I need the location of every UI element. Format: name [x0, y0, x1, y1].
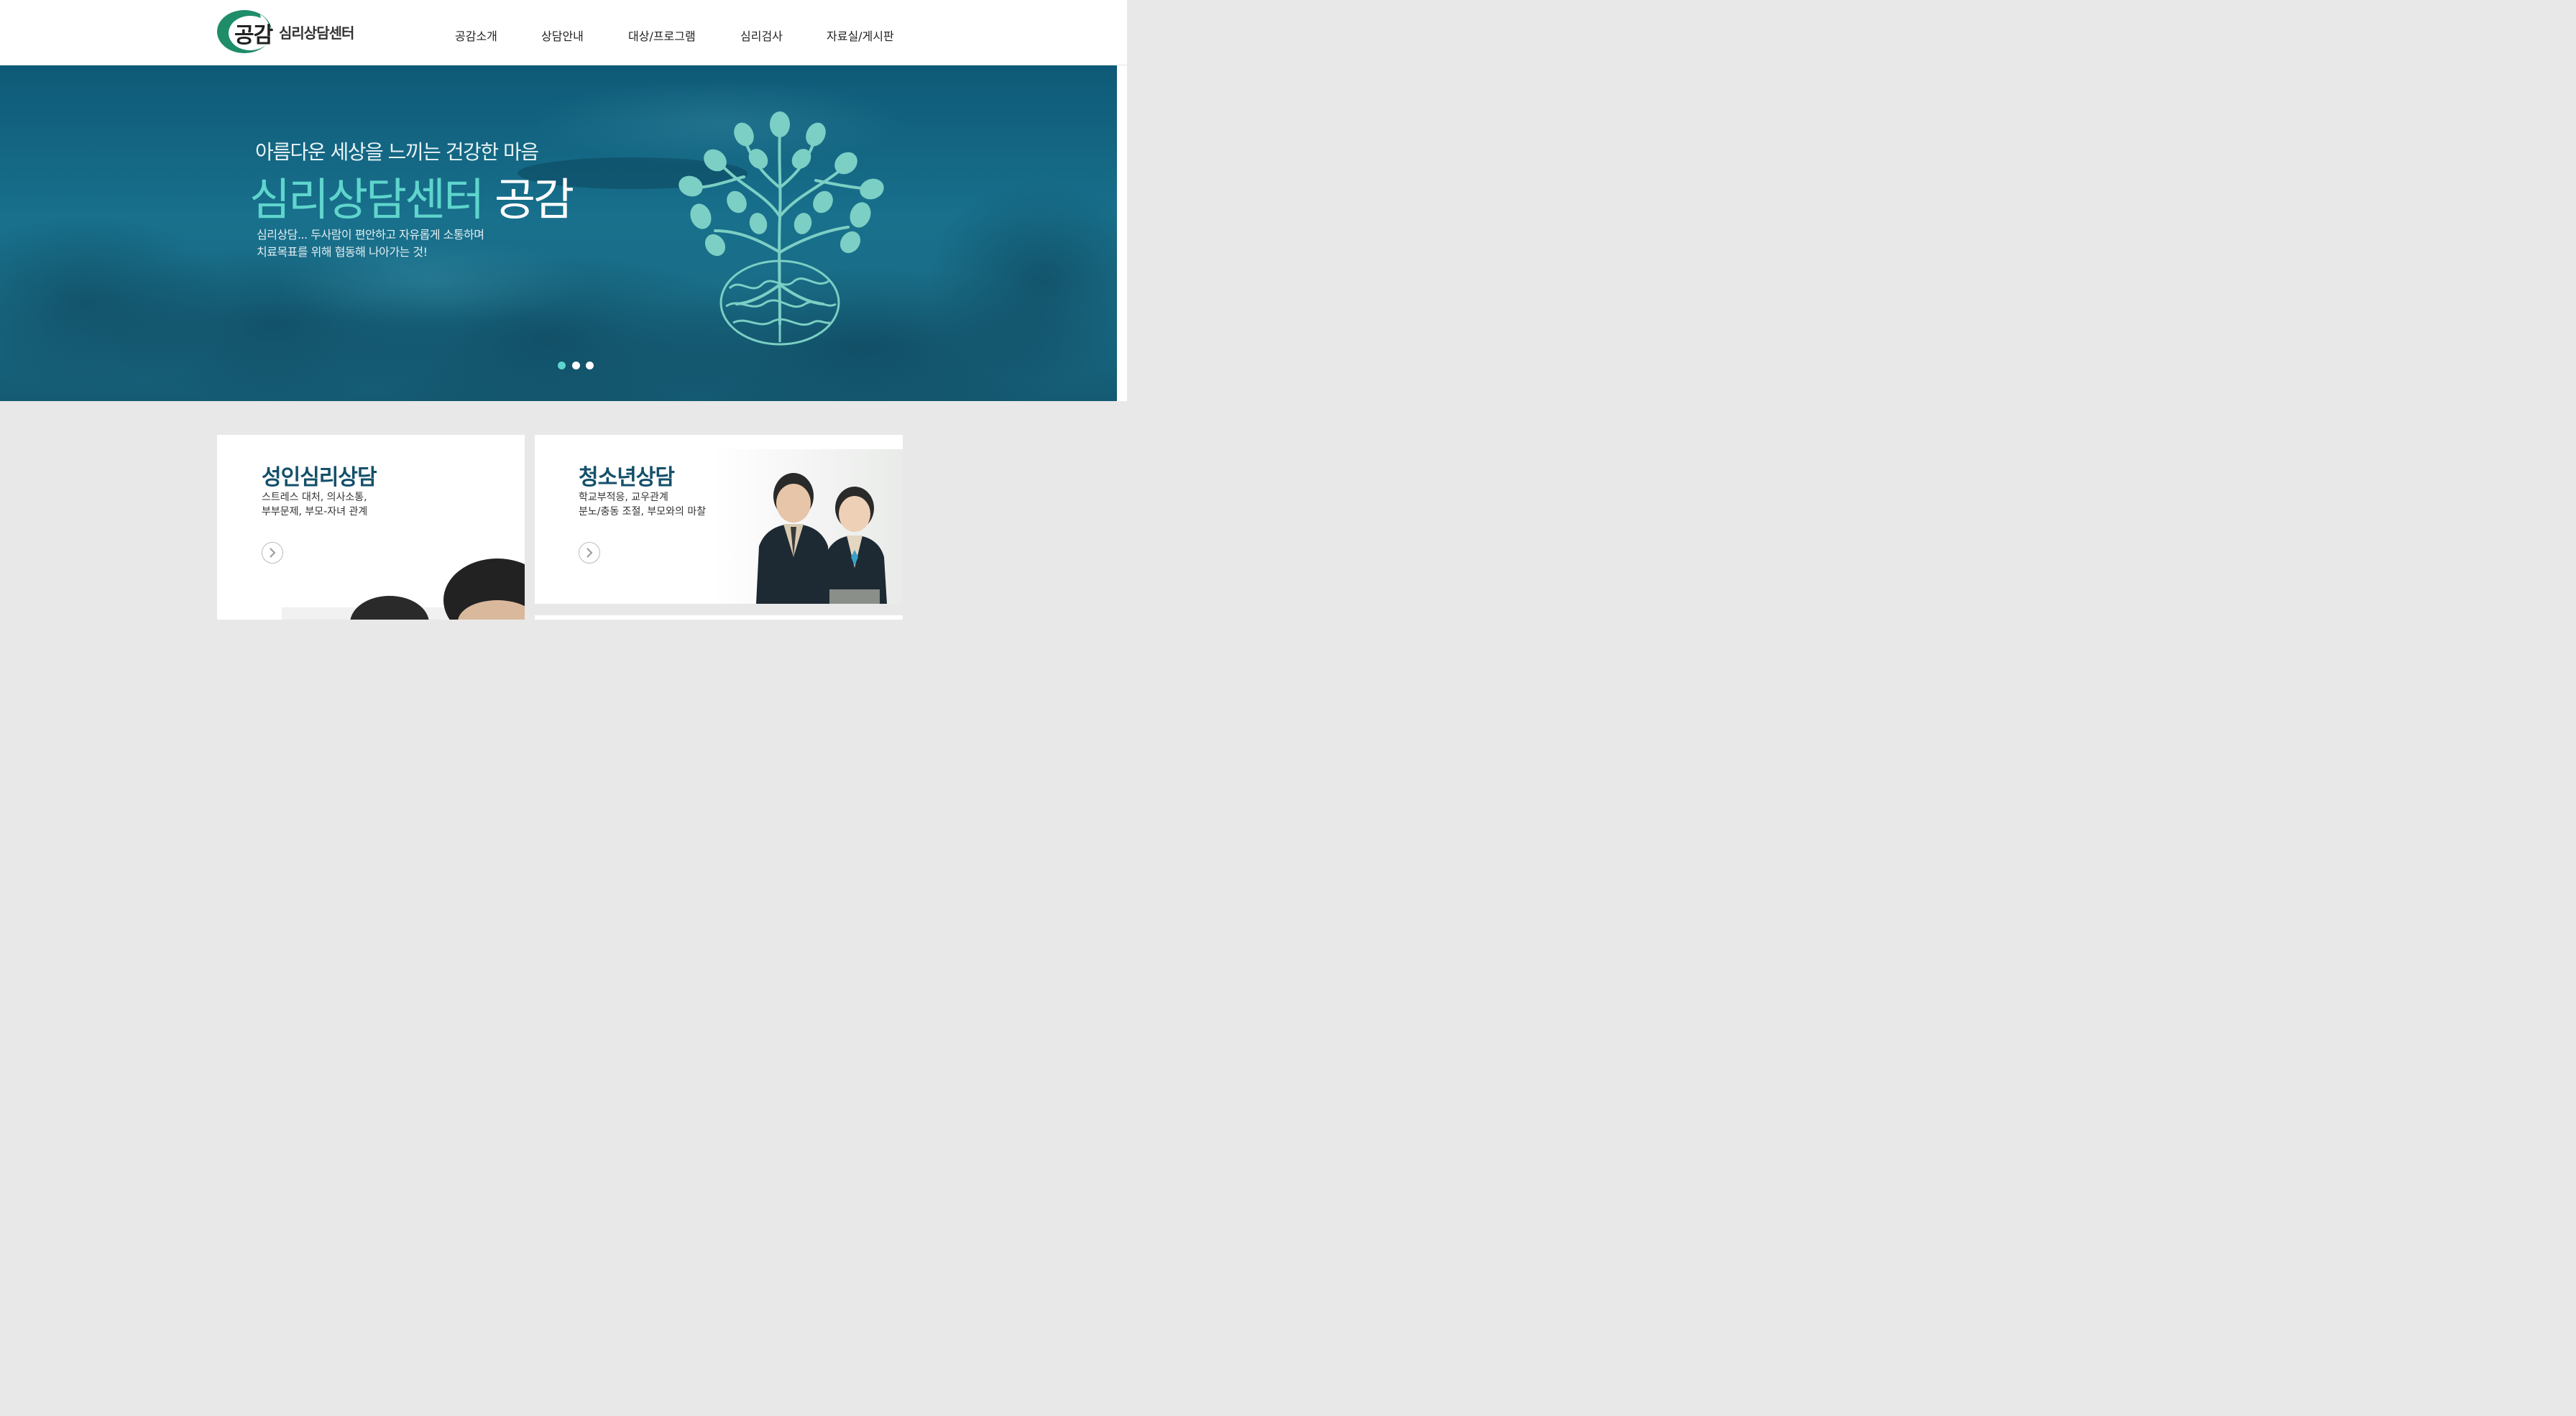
card-title: 성인심리상담 [262, 465, 377, 490]
card-desc-line1: 학교부적응, 교우관계 [579, 492, 668, 503]
chevron-right-icon [586, 548, 593, 558]
hero-banner: 아름다운 세상을 느끼는 건강한 마음 심리상담센터 공감 심리상담... 두사… [0, 65, 1117, 401]
clouds-background [0, 80, 1117, 401]
students-photo-image [714, 449, 903, 604]
card-desc-line1: 스트레스 대처, 의사소통, [262, 492, 367, 503]
hero-title: 심리상담센터 공감 [249, 163, 574, 228]
card-desc-line2: 부부문제, 부모-자녀 관계 [262, 506, 368, 518]
card-next-partial [535, 615, 903, 620]
chevron-right-icon [270, 548, 276, 558]
adult-photo-image [282, 558, 525, 620]
nav-item-board[interactable]: 자료실/게시판 [827, 27, 894, 44]
nav-item-programs[interactable]: 대상/프로그램 [628, 27, 696, 44]
card-description: 학교부적응, 교우관계 분노/충동 조절, 부모와의 마찰 [579, 490, 706, 519]
hero-subtitle: 아름다운 세상을 느끼는 건강한 마음 [255, 140, 539, 164]
card-description: 스트레스 대처, 의사소통, 부부문제, 부모-자녀 관계 [262, 490, 367, 519]
more-button[interactable] [579, 542, 600, 564]
card-youth-counseling[interactable]: 청소년상담 학교부적응, 교우관계 분노/충동 조절, 부모와의 마찰 [535, 435, 903, 604]
hero-desc-line1: 심리상담... 두사람이 편안하고 자유롭게 소통하며 [257, 228, 484, 242]
nav-item-about[interactable]: 공감소개 [455, 27, 497, 44]
hero-title-accent: 심리상담센터 [249, 173, 484, 226]
nav-item-tests[interactable]: 심리검사 [740, 27, 783, 44]
tree-brain-icon [678, 111, 884, 346]
slider-dot-2[interactable] [572, 362, 580, 369]
site-header: 공감 심리상담센터 공감소개 상담안내 대상/프로그램 심리검사 자료실/게시판 [0, 0, 1127, 65]
main-nav: 공감소개 상담안내 대상/프로그램 심리검사 자료실/게시판 [0, 27, 1127, 44]
card-desc-line2: 분노/충동 조절, 부모와의 마찰 [579, 506, 707, 518]
hero-desc-line2: 치료목표를 위해 협동해 나아가는 것! [257, 245, 428, 259]
slider-dot-3[interactable] [586, 362, 594, 369]
scroll-gutter [1117, 65, 1127, 401]
hero-title-plain: 공감 [494, 173, 574, 226]
slider-dot-1[interactable] [558, 362, 566, 369]
nav-item-guide[interactable]: 상담안내 [541, 27, 584, 44]
hero-description: 심리상담... 두사람이 편안하고 자유롭게 소통하며 치료목표를 위해 협동해… [257, 226, 484, 261]
more-button[interactable] [262, 542, 283, 564]
card-adult-counseling[interactable]: 성인심리상담 스트레스 대처, 의사소통, 부부문제, 부모-자녀 관계 [217, 435, 525, 620]
card-title: 청소년상담 [579, 465, 675, 490]
